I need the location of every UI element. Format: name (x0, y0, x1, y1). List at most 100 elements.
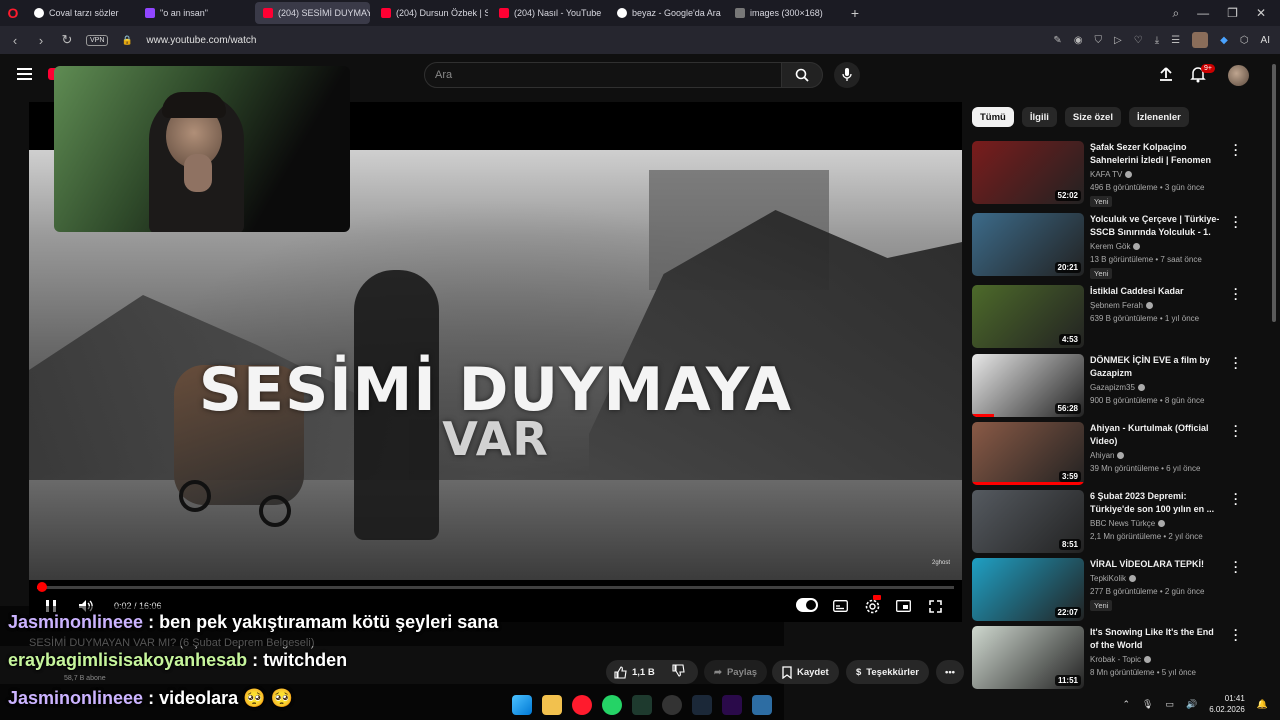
upload-icon[interactable] (1158, 66, 1174, 82)
url-field[interactable]: www.youtube.com/watch (146, 35, 256, 46)
opera-browser-icon[interactable] (572, 695, 592, 715)
video-title-link[interactable]: DÖNMEK İÇİN EVE a film by Gazapizm (1090, 354, 1220, 380)
subtitles-button[interactable] (832, 598, 848, 614)
chevron-up-icon[interactable]: ⌃ (1122, 699, 1130, 710)
channel-name[interactable]: BBC News Türkçe (1090, 519, 1166, 528)
progress-scrubber[interactable] (37, 582, 47, 592)
recommendation-item[interactable]: 22:07 VİRAL VİDEOLARA TEPKİ! TepkiKolik 277… (972, 556, 1252, 622)
maximize-button[interactable]: ❐ (1227, 6, 1238, 20)
download-icon[interactable]: ⤓ (1155, 35, 1159, 46)
notifications-tray-icon[interactable]: 🔔 (1257, 699, 1268, 710)
chip-0[interactable]: Tümü (972, 107, 1014, 127)
settings-button[interactable] (864, 595, 881, 614)
video-title-link[interactable]: Ahiyan - Kurtulmak (Official Video) (1090, 422, 1220, 448)
menu-list-icon[interactable]: ☰ (1171, 35, 1180, 46)
search-tabs-icon[interactable]: ⌕ (1172, 6, 1179, 21)
channel-name[interactable]: Krobak - Topic (1090, 655, 1151, 664)
back-button[interactable]: ‹ (8, 33, 22, 48)
clock[interactable]: 01:41 6.02.2026 (1209, 693, 1245, 715)
browser-tab[interactable]: Coval tarzı sözler (26, 2, 134, 24)
vpn-badge[interactable]: VPN (86, 34, 109, 46)
account-avatar[interactable] (1228, 65, 1249, 86)
whatsapp-icon[interactable] (602, 695, 622, 715)
recommendation-item[interactable]: 8:51 6 Şubat 2023 Depremi: Türkiye'de son… (972, 488, 1252, 554)
recommendation-item[interactable]: 11:51 It's Snowing Like It's the End of t… (972, 624, 1252, 690)
more-options-icon[interactable]: · · · (1231, 352, 1241, 374)
more-options-icon[interactable]: · · · (1231, 420, 1241, 442)
browser-tab[interactable]: (204) Dursun Özbek | Sadı (373, 2, 488, 24)
browser-tab[interactable]: "o an insan" (137, 2, 252, 24)
recommendation-item[interactable]: 4:53 İstiklal Caddesi Kadar Şebnem Ferah 63… (972, 283, 1252, 349)
close-window-button[interactable]: ✕ (1256, 6, 1266, 20)
heart-icon[interactable]: ♡ (1134, 35, 1143, 46)
save-button[interactable]: Kaydet (772, 660, 839, 684)
video-title-link[interactable]: 6 Şubat 2023 Depremi: Türkiye'de son 100… (1090, 490, 1220, 516)
channel-name[interactable]: Gazapizm35 (1090, 383, 1145, 392)
fullscreen-button[interactable] (927, 598, 943, 614)
chip-2[interactable]: Size özel (1064, 107, 1121, 127)
chip-3[interactable]: İzlenenler (1128, 107, 1189, 127)
autoplay-toggle[interactable] (796, 598, 818, 612)
video-thumbnail[interactable]: 22:07 (972, 558, 1084, 621)
share-button[interactable]: ➦ Paylaş (704, 660, 768, 684)
channel-name[interactable]: Şebnem Ferah (1090, 301, 1153, 310)
browser-tab[interactable]: (204) Nasıl - YouTube (491, 2, 606, 24)
extension-icon[interactable]: ◆ (1220, 35, 1228, 46)
video-title-link[interactable]: İstiklal Caddesi Kadar (1090, 285, 1220, 298)
video-thumbnail[interactable]: 56:28 (972, 354, 1084, 417)
channel-name[interactable]: Ahiyan (1090, 451, 1125, 460)
channel-name[interactable]: TepkiKolik (1090, 574, 1137, 583)
play-icon[interactable]: ▷ (1114, 35, 1122, 46)
browser-tab[interactable]: beyaz - Google'da Ara (609, 2, 724, 24)
channel-name[interactable]: Kerem Gök (1090, 242, 1141, 251)
dislike-button[interactable] (672, 664, 685, 680)
chip-1[interactable]: İlgili (1021, 107, 1057, 127)
hamburger-menu-icon[interactable] (17, 68, 32, 80)
premiere-icon[interactable] (722, 695, 742, 715)
search-input[interactable]: Ara (424, 62, 782, 88)
more-options-icon[interactable]: · · · (1231, 139, 1241, 161)
recommendation-item[interactable]: 56:28 DÖNMEK İÇİN EVE a film by Gazapizm G… (972, 352, 1252, 418)
thanks-button[interactable]: $ Teşekkürler (846, 660, 929, 684)
microphone-tray-icon[interactable]: 🎙 (1142, 699, 1153, 710)
game-launcher-icon[interactable] (752, 695, 772, 715)
terminal-icon[interactable] (632, 695, 652, 715)
video-thumbnail[interactable]: 11:51 (972, 626, 1084, 689)
steam-icon[interactable] (692, 695, 712, 715)
more-options-icon[interactable]: · · · (1231, 211, 1241, 233)
video-thumbnail[interactable]: 4:53 (972, 285, 1084, 348)
browser-tab[interactable]: (204) SESİMİ DUYMAY (255, 2, 370, 24)
video-title-link[interactable]: It's Snowing Like It's the End of the Wo… (1090, 626, 1220, 652)
windows-start-icon[interactable] (512, 695, 532, 715)
video-thumbnail[interactable]: 20:21 (972, 213, 1084, 276)
miniplayer-button[interactable] (895, 598, 911, 614)
scrollbar-thumb[interactable] (1272, 64, 1276, 322)
minimize-button[interactable]: — (1197, 6, 1209, 20)
video-thumbnail[interactable]: 8:51 (972, 490, 1084, 553)
voice-search-button[interactable] (834, 62, 860, 88)
browser-tab[interactable]: images (300×168) (727, 2, 842, 24)
obs-icon[interactable] (662, 695, 682, 715)
video-title-link[interactable]: Şafak Sezer Kolpaçino Sahnelerini İzledi… (1090, 141, 1220, 167)
video-title-link[interactable]: Yolculuk ve Çerçeve | Türkiye-SSCB Sınır… (1090, 213, 1220, 239)
edit-icon[interactable]: ✎ (1053, 35, 1061, 46)
speaker-icon[interactable]: 🔊 (1186, 699, 1197, 710)
more-actions-button[interactable]: ••• (936, 660, 964, 684)
camera-icon[interactable]: ◉ (1074, 35, 1083, 46)
more-options-icon[interactable]: · · · (1231, 556, 1241, 578)
video-thumbnail[interactable]: 3:59 (972, 422, 1084, 485)
network-icon[interactable]: ▭ (1165, 699, 1174, 710)
progress-bar[interactable] (37, 582, 954, 592)
ai-button[interactable]: AI (1261, 35, 1270, 46)
recommendation-item[interactable]: 52:02 Şafak Sezer Kolpaçino Sahnelerini İ… (972, 139, 1252, 207)
more-options-icon[interactable]: · · · (1231, 283, 1241, 305)
recommendation-item[interactable]: 3:59 Ahiyan - Kurtulmak (Official Video) A… (972, 420, 1252, 486)
opera-logo-icon[interactable]: O (0, 0, 26, 26)
recommendation-item[interactable]: 20:21 Yolculuk ve Çerçeve | Türkiye-SSCB … (972, 211, 1252, 279)
cube-icon[interactable]: ⬡ (1240, 35, 1249, 46)
video-thumbnail[interactable]: 52:02 (972, 141, 1084, 204)
new-tab-button[interactable]: + (845, 3, 865, 23)
file-explorer-icon[interactable] (542, 695, 562, 715)
forward-button[interactable]: › (34, 33, 48, 48)
profile-avatar[interactable] (1192, 32, 1209, 48)
